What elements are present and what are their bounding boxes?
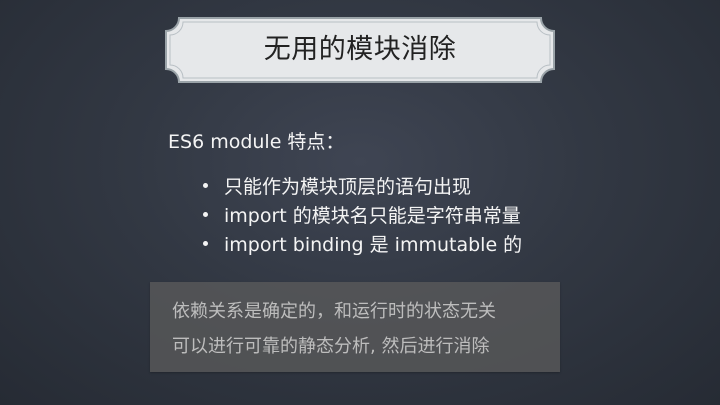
bullet-item: import 的模块名只能是字符串常量: [200, 200, 522, 229]
bullet-list: 只能作为模块顶层的语句出现 import 的模块名只能是字符串常量 import…: [200, 171, 522, 258]
note-line: 依赖关系是确定的，和运行时的状态无关: [172, 301, 496, 322]
slide-title: 无用的模块消除: [263, 34, 457, 65]
slide-subtitle: ES6 module 特点：: [168, 131, 345, 153]
bullet-item: 只能作为模块顶层的语句出现: [200, 171, 522, 200]
bullet-dot-icon: [203, 241, 208, 246]
bullet-dot-icon: [203, 183, 208, 188]
title-plaque: 无用的模块消除: [165, 17, 555, 83]
bullet-text: import binding 是 immutable 的: [224, 234, 523, 256]
note-line: 可以进行可靠的静态分析, 然后进行消除: [172, 336, 490, 357]
bullet-text: import 的模块名只能是字符串常量: [224, 205, 521, 227]
bullet-text: 只能作为模块顶层的语句出现: [224, 176, 472, 198]
bullet-item: import binding 是 immutable 的: [200, 229, 522, 258]
bullet-dot-icon: [203, 212, 208, 217]
note-box: 依赖关系是确定的，和运行时的状态无关 可以进行可靠的静态分析, 然后进行消除: [150, 282, 560, 372]
